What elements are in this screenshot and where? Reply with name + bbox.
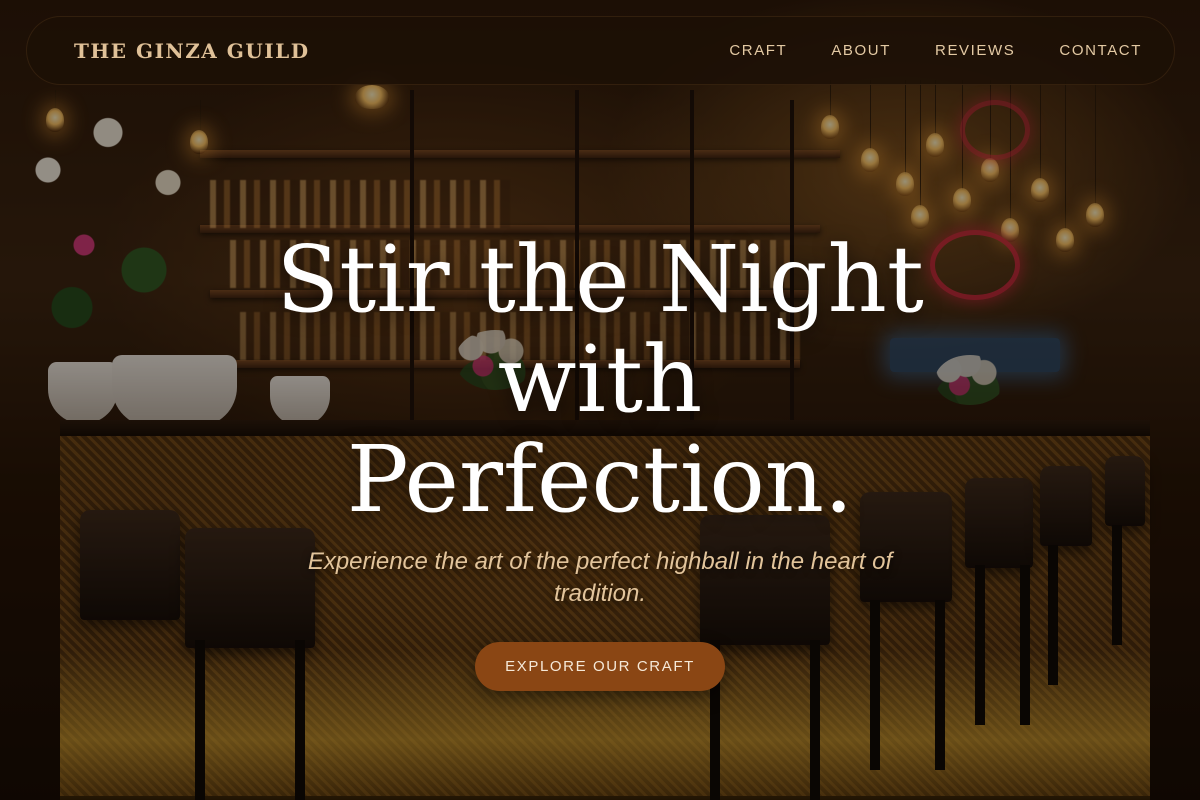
explore-craft-button[interactable]: EXPLORE OUR CRAFT <box>475 642 725 691</box>
nav-link-contact[interactable]: CONTACT <box>1059 34 1142 67</box>
brand-logo[interactable]: THE GINZA GUILD <box>74 39 310 63</box>
hero-title-line-1: Stir the Night with <box>276 226 924 433</box>
nav-link-craft[interactable]: CRAFT <box>729 34 787 67</box>
hero-subtitle: Experience the art of the perfect highba… <box>307 548 893 607</box>
nav-link-about[interactable]: ABOUT <box>831 34 891 67</box>
hero-title-line-2: Perfection. <box>346 426 854 533</box>
nav-link-reviews[interactable]: REVIEWS <box>935 34 1015 67</box>
hero-title: Stir the Night with Perfection. <box>170 230 1030 530</box>
top-navbar: THE GINZA GUILD CRAFT ABOUT REVIEWS CONT… <box>26 16 1175 85</box>
nav-links: CRAFT ABOUT REVIEWS CONTACT <box>729 34 1142 67</box>
hero-section: Stir the Night with Perfection. Experien… <box>0 230 1200 691</box>
